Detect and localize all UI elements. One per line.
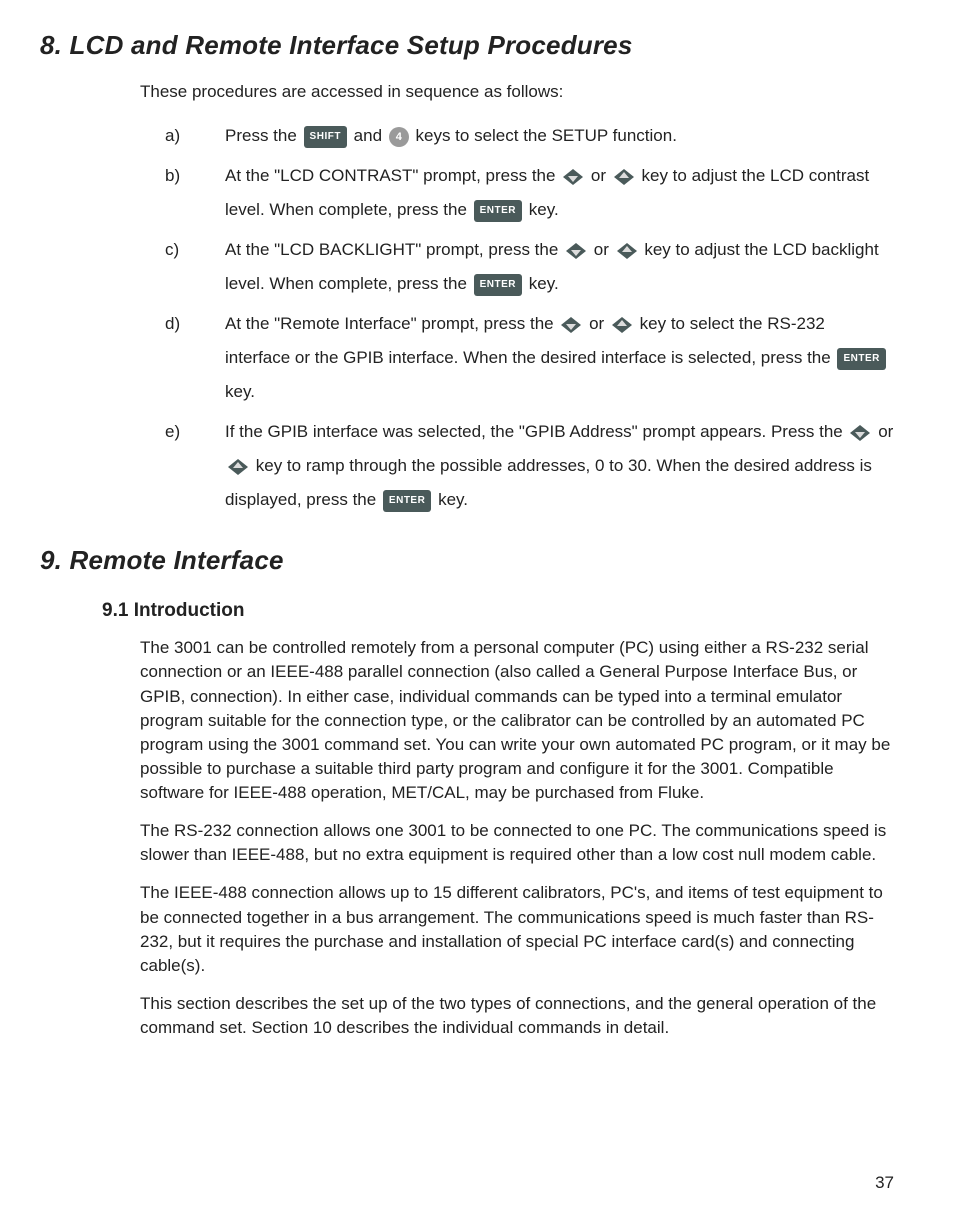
text: At the "LCD BACKLIGHT" prompt, press the: [225, 240, 563, 259]
step-marker: d): [165, 307, 225, 409]
text: keys to select the SETUP function.: [416, 126, 677, 145]
step-a: a) Press the SHIFT and 4 keys to select …: [165, 119, 894, 153]
step-d: d) At the "Remote Interface" prompt, pre…: [165, 307, 894, 409]
text: At the "LCD CONTRAST" prompt, press the: [225, 166, 560, 185]
up-arrow-icon: [615, 241, 639, 261]
text: If the GPIB interface was selected, the …: [225, 422, 847, 441]
step-body: At the "LCD BACKLIGHT" prompt, press the…: [225, 233, 894, 301]
text: key.: [529, 200, 559, 219]
paragraph: This section describes the set up of the…: [140, 992, 894, 1040]
enter-key-icon: ENTER: [474, 200, 522, 222]
down-arrow-icon: [561, 167, 585, 187]
steps-list: a) Press the SHIFT and 4 keys to select …: [165, 119, 894, 517]
down-arrow-icon: [559, 315, 583, 335]
step-marker: e): [165, 415, 225, 517]
text: or: [594, 240, 614, 259]
up-arrow-icon: [612, 167, 636, 187]
up-arrow-icon: [226, 457, 250, 477]
up-arrow-icon: [610, 315, 634, 335]
subsection-9-1-title: 9.1 Introduction: [102, 600, 894, 622]
section-8-title: 8. LCD and Remote Interface Setup Proced…: [40, 30, 894, 61]
text: key.: [225, 382, 255, 401]
text: At the "Remote Interface" prompt, press …: [225, 314, 558, 333]
section-9: 9. Remote Interface 9.1 Introduction The…: [40, 545, 894, 1040]
section-9-title: 9. Remote Interface: [40, 545, 894, 576]
step-marker: b): [165, 159, 225, 227]
paragraph: The 3001 can be controlled remotely from…: [140, 636, 894, 805]
paragraph: The IEEE-488 connection allows up to 15 …: [140, 881, 894, 978]
four-key-icon: 4: [389, 127, 409, 147]
text: Press the: [225, 126, 302, 145]
step-marker: a): [165, 119, 225, 153]
step-b: b) At the "LCD CONTRAST" prompt, press t…: [165, 159, 894, 227]
step-body: If the GPIB interface was selected, the …: [225, 415, 894, 517]
text: or: [878, 422, 893, 441]
page-number: 37: [875, 1173, 894, 1193]
text: key.: [438, 490, 468, 509]
step-c: c) At the "LCD BACKLIGHT" prompt, press …: [165, 233, 894, 301]
enter-key-icon: ENTER: [474, 274, 522, 296]
text: key to ramp through the possible address…: [225, 456, 872, 509]
enter-key-icon: ENTER: [383, 490, 431, 512]
step-e: e) If the GPIB interface was selected, t…: [165, 415, 894, 517]
down-arrow-icon: [848, 423, 872, 443]
step-body: At the "LCD CONTRAST" prompt, press the …: [225, 159, 894, 227]
section-8-intro: These procedures are accessed in sequenc…: [140, 79, 894, 105]
enter-key-icon: ENTER: [837, 348, 885, 370]
down-arrow-icon: [564, 241, 588, 261]
shift-key-icon: SHIFT: [304, 126, 347, 148]
step-marker: c): [165, 233, 225, 301]
step-body: Press the SHIFT and 4 keys to select the…: [225, 119, 894, 153]
text: or: [591, 166, 611, 185]
paragraph: The RS-232 connection allows one 3001 to…: [140, 819, 894, 867]
text: and: [354, 126, 387, 145]
step-body: At the "Remote Interface" prompt, press …: [225, 307, 894, 409]
text: key.: [529, 274, 559, 293]
text: or: [589, 314, 609, 333]
